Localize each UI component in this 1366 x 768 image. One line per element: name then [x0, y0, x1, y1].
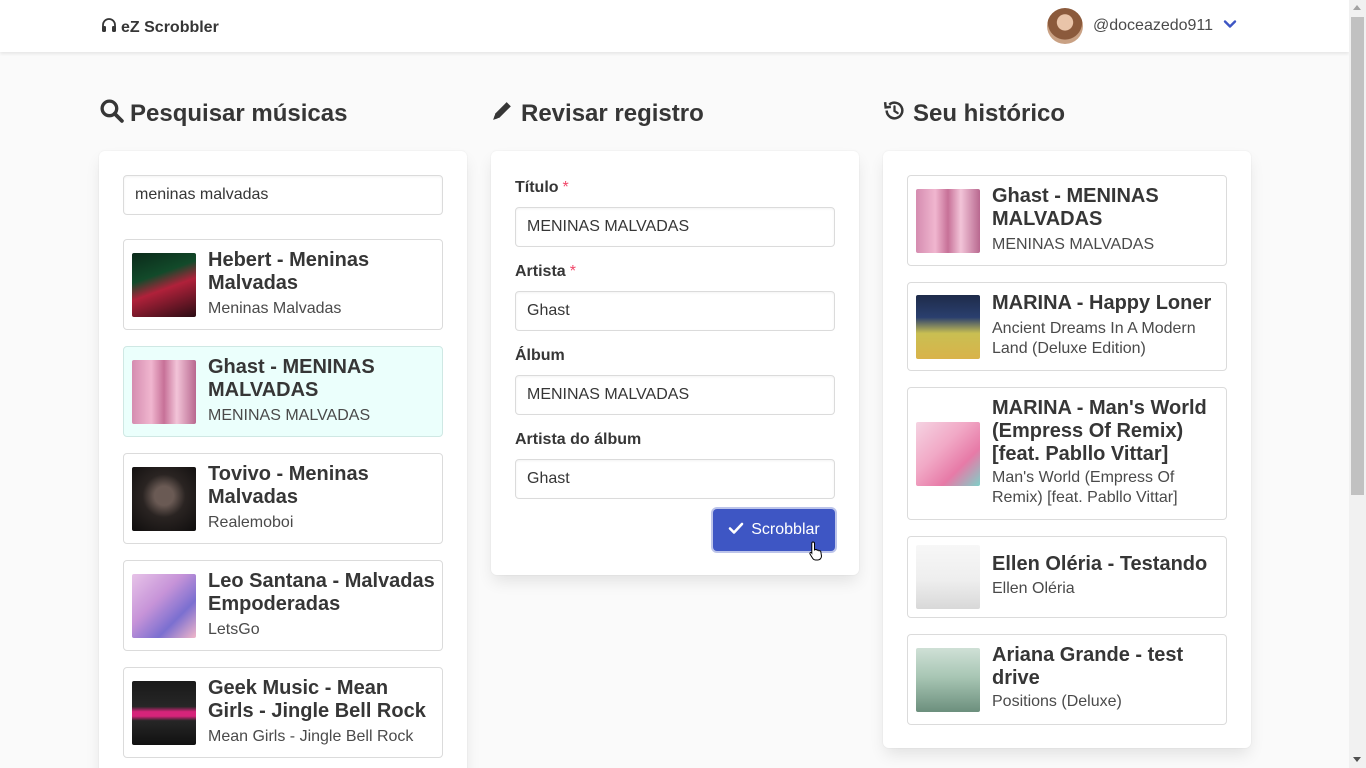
album-cover [916, 545, 980, 609]
history-album: Ellen Oléria [992, 580, 1075, 597]
required-mark: * [562, 179, 569, 196]
history-icon [882, 98, 907, 130]
result-album: MENINAS MALVADAS [208, 407, 371, 424]
search-input[interactable]: meninas malvadas [123, 175, 443, 215]
album-artist-field[interactable]: Ghast [515, 459, 835, 499]
album-cover [132, 253, 196, 317]
user-menu[interactable]: @doceazedo911 [1047, 8, 1237, 44]
album-cover [916, 422, 980, 486]
result-album: LetsGo [208, 621, 260, 638]
history-item[interactable]: Ellen Oléria - Testando Ellen Oléria [907, 536, 1227, 618]
result-title: Hebert - Meninas Malvadas [208, 249, 370, 294]
headphones-icon [101, 17, 117, 38]
review-panel: Título * MENINAS MALVADAS Artista * Ghast … [491, 151, 859, 575]
album-artist-field-label: Artista do álbum [515, 431, 642, 448]
navbar: eZ Scrobbler @doceazedo911 [0, 0, 1349, 52]
scrobble-button-label: Scrobblar [751, 521, 820, 538]
history-section-title: Seu histórico [882, 98, 1065, 130]
artist-label-text: Artista [515, 263, 566, 280]
app-brand[interactable]: eZ Scrobbler [101, 17, 219, 38]
history-section-label: Seu histórico [913, 100, 1066, 127]
search-result-item[interactable]: Hebert - Meninas Malvadas Meninas Malvad… [123, 239, 443, 330]
app-name: eZ Scrobbler [121, 18, 219, 36]
search-result-item[interactable]: Tovivo - Meninas Malvadas Realemoboi [123, 453, 443, 544]
result-title: Leo Santana - Malvadas Empoderadas [208, 570, 435, 615]
history-item[interactable]: Ghast - MENINAS MALVADAS MENINAS MALVADA… [907, 175, 1227, 266]
search-result-item[interactable]: Leo Santana - Malvadas Empoderadas LetsG… [123, 560, 443, 651]
album-cover [132, 360, 196, 424]
search-icon [99, 98, 124, 130]
title-label-text: Título [515, 179, 559, 196]
history-panel: Ghast - MENINAS MALVADAS MENINAS MALVADA… [883, 151, 1251, 748]
album-cover [916, 189, 980, 253]
title-field[interactable]: MENINAS MALVADAS [515, 207, 835, 247]
result-title: Tovivo - Meninas Malvadas [208, 463, 369, 508]
mouse-pointer-icon [809, 541, 823, 561]
history-title: Ghast - MENINAS MALVADAS [992, 185, 1159, 230]
scrollbar-thumb[interactable] [1351, 17, 1364, 495]
history-album: MENINAS MALVADAS [992, 236, 1155, 253]
history-album: Positions (Deluxe) [992, 693, 1122, 710]
history-item[interactable]: Ariana Grande - test drive Positions (De… [907, 634, 1227, 725]
search-result-item-selected[interactable]: Ghast - MENINAS MALVADAS MENINAS MALVADA… [123, 346, 443, 437]
history-item[interactable]: MARINA - Man's World (Empress Of Remix) … [907, 387, 1227, 520]
album-cover [132, 467, 196, 531]
required-mark: * [569, 263, 576, 280]
chevron-down-icon[interactable] [1213, 17, 1237, 36]
result-title: Ghast - MENINAS MALVADAS [208, 356, 375, 401]
result-album: Realemoboi [208, 514, 294, 531]
album-field-label: Álbum [515, 347, 565, 364]
history-title: MARINA - Man's World (Empress Of Remix) … [992, 397, 1207, 465]
title-field-label: Título * [515, 179, 569, 197]
avatar [1047, 8, 1083, 44]
history-album: Man's World (Empress Of Remix) [feat. Pa… [992, 469, 1178, 506]
scroll-down-icon[interactable] [1353, 757, 1361, 762]
result-album: Mean Girls - Jingle Bell Rock [208, 728, 414, 745]
history-album: Ancient Dreams In A Modern Land (Deluxe … [992, 320, 1196, 357]
history-title: MARINA - Happy Loner [992, 292, 1212, 314]
page-scrollbar[interactable] [1349, 0, 1366, 768]
album-cover [916, 648, 980, 712]
result-title: Geek Music - Mean Girls - Jingle Bell Ro… [208, 677, 426, 722]
history-title: Ariana Grande - test drive [992, 644, 1184, 689]
album-cover [132, 681, 196, 745]
album-cover [132, 574, 196, 638]
artist-field[interactable]: Ghast [515, 291, 835, 331]
search-section-label: Pesquisar músicas [130, 100, 348, 127]
search-result-item[interactable]: Geek Music - Mean Girls - Jingle Bell Ro… [123, 667, 443, 758]
scroll-up-icon[interactable] [1353, 5, 1361, 10]
result-album: Meninas Malvadas [208, 300, 342, 317]
review-section-label: Revisar registro [521, 100, 704, 127]
history-title: Ellen Oléria - Testando [992, 553, 1208, 575]
search-section-title: Pesquisar músicas [99, 98, 347, 130]
review-section-title: Revisar registro [490, 98, 704, 130]
username: @doceazedo911 [1093, 17, 1214, 34]
pencil-icon [490, 98, 515, 130]
history-item[interactable]: MARINA - Happy Loner Ancient Dreams In A… [907, 282, 1227, 371]
search-panel: meninas malvadas Hebert - Meninas Malvad… [99, 151, 467, 768]
check-icon [728, 520, 744, 541]
album-field[interactable]: MENINAS MALVADAS [515, 375, 835, 415]
album-cover [916, 295, 980, 359]
artist-field-label: Artista * [515, 263, 576, 281]
